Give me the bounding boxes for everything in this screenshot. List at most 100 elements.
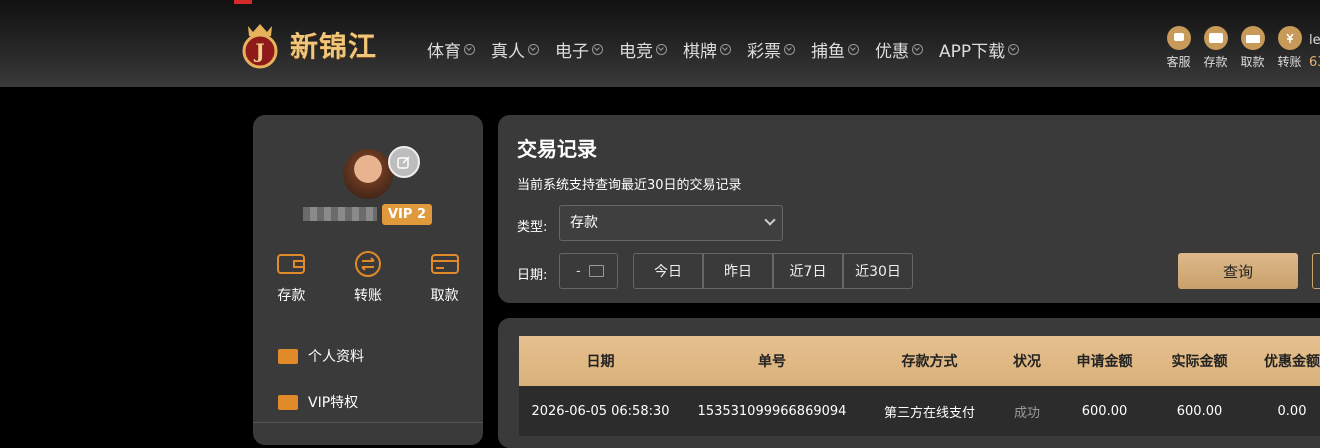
site-logo[interactable]: J 新锦江 [236, 18, 377, 72]
briefcase-icon [1240, 26, 1265, 50]
table-header: 日期 单号 存款方式 状况 申请金额 实际金额 优惠金额 [519, 336, 1320, 386]
col-method: 存款方式 [901, 354, 958, 370]
nav-item-sports[interactable]: 体育 [427, 37, 475, 62]
cell-actual: 600.00 [1176, 403, 1223, 419]
quick-actions: 客服 存款 取款 转账 [1160, 26, 1308, 70]
nav-label: 彩票 [747, 42, 781, 62]
balance: 63 [1309, 55, 1320, 70]
range-7days-button[interactable]: 近7日 [773, 253, 843, 289]
avatar [343, 149, 393, 199]
id-card-icon [278, 394, 298, 410]
top-navbar: J 新锦江 体育 真人 电子 电竞 棋牌 彩票 捕鱼 优惠 APP下载 客服 存… [0, 0, 1320, 87]
date-range-input[interactable]: - [559, 253, 618, 289]
user-info-cut[interactable]: le 63 [1309, 30, 1320, 74]
menu-label: VIP特权 [308, 395, 359, 411]
type-select[interactable]: 存款 [559, 205, 783, 241]
cell-status: 成功 [1013, 405, 1040, 421]
cell-requested: 600.00 [1081, 403, 1128, 419]
chevron-down-icon [528, 44, 539, 55]
side-menu: 个人资料 VIP特权 [278, 333, 364, 425]
col-bonus: 优惠金额 [1264, 354, 1320, 370]
quick-label: 存款 [1203, 55, 1228, 69]
chat-icon [1166, 26, 1191, 50]
side-menu-item-vip[interactable]: VIP特权 [278, 379, 364, 425]
transfer-button[interactable]: 转账 [1271, 26, 1308, 70]
nav-item-lottery[interactable]: 彩票 [747, 37, 795, 62]
col-order-no: 单号 [758, 354, 786, 370]
nav-item-esports[interactable]: 电竞 [619, 37, 667, 62]
calendar-icon [588, 265, 604, 277]
transfer-icon [354, 251, 381, 277]
nav-label: 体育 [427, 42, 461, 62]
chevron-down-icon [764, 214, 776, 226]
nav-item-slots[interactable]: 电子 [555, 37, 603, 62]
nav-label: 电竞 [619, 42, 653, 62]
chevron-down-icon [912, 44, 923, 55]
logo-crest-icon: J [242, 24, 278, 69]
vip-badge: VIP 2 [382, 204, 432, 225]
yuan-icon [1277, 26, 1302, 50]
nav-item-app-download[interactable]: APP下载 [939, 37, 1020, 62]
wallet-icon [1203, 26, 1228, 50]
chevron-down-icon [848, 44, 859, 55]
edit-profile-button[interactable] [388, 146, 420, 178]
nav-label: 优惠 [875, 42, 909, 62]
query-button[interactable]: 查询 [1178, 253, 1298, 289]
chevron-down-icon [656, 44, 667, 55]
chevron-down-icon [1008, 44, 1020, 55]
cell-order-no: 153531099966869094 [697, 403, 847, 419]
range-today-button[interactable]: 今日 [633, 253, 703, 289]
nav-label: 真人 [491, 42, 525, 62]
username: le [1309, 33, 1320, 48]
range-yesterday-button[interactable]: 昨日 [703, 253, 773, 289]
action-label: 存款 [277, 288, 306, 304]
col-requested: 申请金额 [1076, 354, 1133, 370]
edit-icon [397, 156, 410, 169]
divider [253, 422, 483, 423]
page-title: 交易记录 [517, 137, 597, 161]
nav-label: APP下载 [939, 42, 1006, 62]
quick-label: 客服 [1166, 55, 1191, 69]
side-menu-item-profile[interactable]: 个人资料 [278, 333, 364, 379]
cell-bonus: 0.00 [1277, 403, 1307, 419]
quick-label: 转账 [1277, 55, 1302, 69]
sidebar-withdraw-button[interactable]: 取款 [430, 249, 460, 305]
range-30days-button[interactable]: 近30日 [843, 253, 913, 289]
customer-service-button[interactable]: 客服 [1160, 26, 1197, 70]
records-table-panel: 日期 单号 存款方式 状况 申请金额 实际金额 优惠金额 2026-06-05 … [498, 318, 1320, 448]
username-redacted [303, 207, 377, 221]
col-status: 状况 [1013, 354, 1041, 370]
col-actual: 实际金额 [1171, 354, 1228, 370]
withdraw-button[interactable]: 取款 [1234, 26, 1271, 70]
sidebar-deposit-button[interactable]: 存款 [276, 249, 306, 305]
date-value: - [576, 263, 581, 279]
menu-label: 个人资料 [308, 349, 364, 365]
nav-label: 捕鱼 [811, 42, 845, 62]
nav-label: 电子 [555, 42, 589, 62]
type-label: 类型: [517, 220, 548, 235]
chevron-down-icon [464, 44, 475, 55]
main-nav: 体育 真人 电子 电竞 棋牌 彩票 捕鱼 优惠 APP下载 [427, 37, 1035, 62]
action-label: 取款 [430, 288, 459, 304]
filter-note: 当前系统支持查询最近30日的交易记录 [517, 178, 742, 193]
deposit-button[interactable]: 存款 [1197, 26, 1234, 70]
quick-label: 取款 [1240, 55, 1265, 69]
chevron-down-icon [784, 44, 795, 55]
cell-method: 第三方在线支付 [883, 405, 975, 421]
col-date: 日期 [586, 354, 615, 370]
secondary-button-cut[interactable] [1312, 253, 1320, 289]
nav-item-live[interactable]: 真人 [491, 37, 539, 62]
chevron-down-icon [720, 44, 731, 55]
sidebar-transfer-button[interactable]: 转账 [353, 249, 383, 305]
action-label: 转账 [353, 288, 382, 304]
nav-item-fishing[interactable]: 捕鱼 [811, 37, 859, 62]
nav-item-promotions[interactable]: 优惠 [875, 37, 923, 62]
type-value: 存款 [570, 215, 598, 231]
svg-text:J: J [253, 39, 264, 63]
quick-range-group: 今日 昨日 近7日 近30日 [633, 253, 913, 289]
chevron-down-icon [592, 44, 603, 55]
id-card-icon [278, 348, 298, 364]
nav-item-cards[interactable]: 棋牌 [683, 37, 731, 62]
card-icon [430, 254, 459, 274]
wallet-icon [277, 254, 306, 274]
